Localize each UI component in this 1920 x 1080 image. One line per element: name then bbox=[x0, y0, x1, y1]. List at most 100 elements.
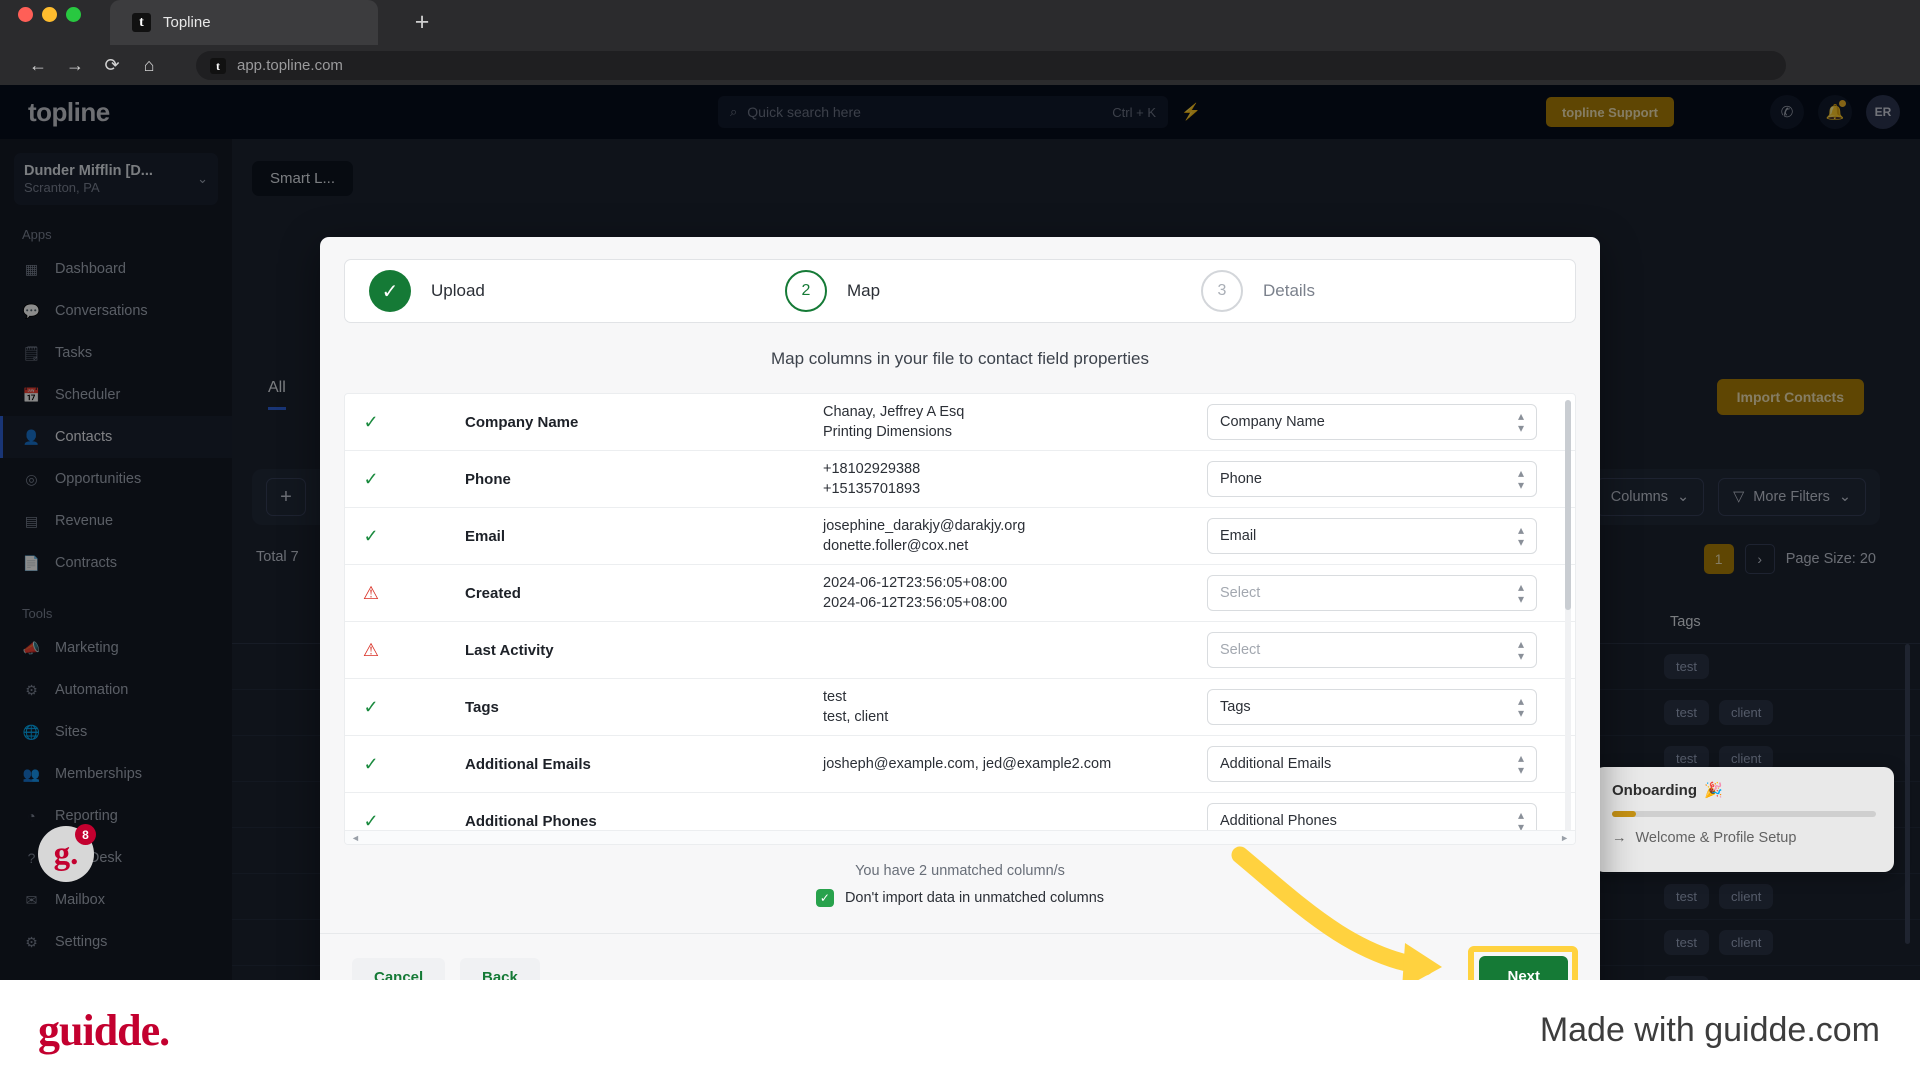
mapping-source-column: Created bbox=[465, 584, 521, 602]
mapping-source-column: Last Activity bbox=[465, 641, 554, 659]
step-upload-label: Upload bbox=[431, 281, 485, 300]
arrow-right-icon: → bbox=[1612, 830, 1627, 846]
mapping-scrollbar-thumb[interactable] bbox=[1565, 400, 1571, 610]
sample-line: 2024-06-12T23:56:05+08:00 bbox=[823, 595, 1008, 611]
new-tab-button[interactable]: + bbox=[405, 6, 439, 40]
mapping-sample-values: josephine_darakjy@darakjy.org donette.fol… bbox=[823, 516, 1163, 556]
step-details: 3 Details bbox=[1201, 270, 1315, 312]
mapping-field-select[interactable]: Phone ▴ ▾ bbox=[1207, 461, 1537, 497]
mapping-sample-values: Chanay, Jeffrey A Esq Printing Dimensions bbox=[823, 402, 1163, 442]
guidde-fab-button[interactable]: g. 8 bbox=[38, 824, 96, 882]
select-caret-icon: ▴ ▾ bbox=[1517, 409, 1524, 435]
mapping-sample-values: test test, client bbox=[823, 687, 1163, 727]
maximize-window-icon[interactable] bbox=[66, 7, 81, 22]
screenshot-root: t Topline + ← → ⟳ ⌂ t app.topline.com ☆ … bbox=[0, 0, 1920, 1080]
import-mapping-modal: ✓ Upload 2 Map 3 Details Map columns in … bbox=[320, 237, 1600, 980]
browser-nav-buttons: ← → ⟳ ⌂ bbox=[22, 49, 165, 81]
scroll-left-icon[interactable]: ◄ bbox=[351, 833, 360, 843]
status-warning-icon: ⚠ bbox=[362, 639, 380, 660]
select-caret-icon: ▴ ▾ bbox=[1517, 466, 1524, 492]
onboarding-title-row: Onboarding 🎉 bbox=[1612, 781, 1876, 800]
step-upload[interactable]: ✓ Upload bbox=[369, 270, 785, 312]
guidde-footer-logo: guidde. bbox=[38, 1005, 170, 1055]
minimize-window-icon[interactable] bbox=[42, 7, 57, 22]
status-ok-icon: ✓ bbox=[363, 468, 379, 489]
mapping-row: ⚠ Created 2024-06-12T23:56:05+08:00 2024-06… bbox=[345, 565, 1575, 622]
sample-line: test bbox=[823, 689, 847, 705]
dont-import-row[interactable]: ✓ Don't import data in unmatched columns bbox=[320, 889, 1600, 907]
import-stepper: ✓ Upload 2 Map 3 Details bbox=[344, 259, 1576, 323]
mapping-field-select[interactable]: Select ▴ ▾ bbox=[1207, 632, 1537, 668]
browser-tab[interactable]: t Topline bbox=[110, 0, 378, 45]
onboarding-step-label: Welcome & Profile Setup bbox=[1635, 830, 1797, 846]
mapping-source-column: Additional Emails bbox=[465, 755, 591, 773]
status-ok-icon: ✓ bbox=[363, 696, 379, 717]
window-traffic-lights[interactable] bbox=[18, 7, 81, 22]
sample-line: +18102929388 bbox=[823, 461, 921, 477]
sample-line: josephine_darakjy@darakjy.org bbox=[823, 518, 1026, 534]
select-caret-icon: ▴ ▾ bbox=[1517, 523, 1524, 549]
topline-app: topline ⌕ Quick search here Ctrl + K ⚡ t… bbox=[0, 85, 1920, 980]
site-favicon-icon: t bbox=[210, 57, 226, 74]
mapping-field-select[interactable]: Additional Emails ▴ ▾ bbox=[1207, 746, 1537, 782]
mapping-rows: ✓ Company Name Chanay, Jeffrey A Esq Printi… bbox=[345, 394, 1575, 844]
select-caret-icon: ▴ ▾ bbox=[1517, 637, 1524, 663]
step-upload-check-icon: ✓ bbox=[369, 270, 411, 312]
select-caret-icon: ▴ ▾ bbox=[1517, 694, 1524, 720]
mapping-sample-values: +18102929388 +15135701893 bbox=[823, 459, 1163, 499]
address-bar[interactable]: t app.topline.com bbox=[196, 51, 1786, 80]
onboarding-progress-fill bbox=[1612, 811, 1636, 817]
back-button[interactable]: Back bbox=[460, 958, 540, 980]
mapping-source-column: Additional Phones bbox=[465, 812, 597, 830]
onboarding-next-step[interactable]: → Welcome & Profile Setup bbox=[1612, 830, 1876, 846]
mapping-source-column: Email bbox=[465, 527, 506, 545]
sample-line: josheph@example.com, jed@example2.com bbox=[823, 756, 1112, 772]
dont-import-checkbox[interactable]: ✓ bbox=[815, 889, 834, 907]
mapping-row: ✓ Phone +18102929388 +15135701893 Phone ▴ ▾ bbox=[345, 451, 1575, 508]
onboarding-card[interactable]: Onboarding 🎉 → Welcome & Profile Setup bbox=[1594, 767, 1894, 872]
onboarding-progress-bar bbox=[1612, 811, 1876, 817]
modal-footer: Cancel Back Next bbox=[320, 933, 1600, 980]
step-details-label: Details bbox=[1263, 281, 1315, 300]
select-caret-icon: ▴ ▾ bbox=[1517, 751, 1524, 777]
sample-line: 2024-06-12T23:56:05+08:00 bbox=[823, 575, 1008, 591]
mapping-field-select[interactable]: Select ▴ ▾ bbox=[1207, 575, 1537, 611]
mapping-field-select[interactable]: Company Name ▴ ▾ bbox=[1207, 404, 1537, 440]
mapping-row: ✓ Tags test test, client Tags ▴ ▾ bbox=[345, 679, 1575, 736]
home-icon[interactable]: ⌂ bbox=[133, 49, 165, 81]
mapping-source-column: Phone bbox=[465, 470, 511, 488]
guidde-badge-count: 8 bbox=[75, 824, 96, 845]
status-warning-icon: ⚠ bbox=[362, 582, 380, 603]
step-map-label: Map bbox=[847, 281, 881, 300]
unmatched-columns-text: You have 2 unmatched column/s bbox=[855, 863, 1065, 879]
sample-line: Printing Dimensions bbox=[823, 424, 952, 440]
dont-import-label: Don't import data in unmatched columns bbox=[844, 890, 1105, 906]
step-map[interactable]: 2 Map bbox=[785, 270, 1201, 312]
browser-toolbar: ← → ⟳ ⌂ t app.topline.com ☆ 🧩 ⋮ bbox=[0, 45, 1920, 115]
map-caption: Map columns in your file to contact fiel… bbox=[771, 349, 1149, 368]
topline-favicon-icon: t bbox=[132, 13, 151, 32]
select-caret-icon: ▴ ▾ bbox=[1517, 580, 1524, 606]
sample-line: Chanay, Jeffrey A Esq bbox=[823, 404, 965, 420]
column-mapping-table: ✓ Company Name Chanay, Jeffrey A Esq Printi… bbox=[344, 393, 1576, 845]
forward-icon[interactable]: → bbox=[59, 49, 91, 81]
guidde-logo-icon: g. bbox=[53, 835, 79, 872]
mapping-field-select[interactable]: Email ▴ ▾ bbox=[1207, 518, 1537, 554]
onboarding-title: Onboarding bbox=[1612, 781, 1697, 799]
mapping-sample-values: josheph@example.com, jed@example2.com bbox=[823, 754, 1163, 774]
sample-line: test, client bbox=[823, 709, 889, 725]
scroll-right-icon[interactable]: ► bbox=[1560, 833, 1569, 843]
browser-chrome: t Topline + ← → ⟳ ⌂ t app.topline.com ☆ … bbox=[0, 0, 1920, 115]
browser-tabstrip: t Topline + bbox=[0, 0, 1920, 45]
mapping-field-select[interactable]: Tags ▴ ▾ bbox=[1207, 689, 1537, 725]
cancel-button[interactable]: Cancel bbox=[352, 958, 446, 980]
guidde-footer: guidde. Made with guidde.com bbox=[0, 980, 1920, 1080]
step-map-number: 2 bbox=[785, 270, 827, 312]
close-window-icon[interactable] bbox=[18, 7, 33, 22]
mapping-horizontal-scroll[interactable]: ◄ ► bbox=[345, 830, 1575, 844]
reload-icon[interactable]: ⟳ bbox=[96, 49, 128, 81]
status-ok-icon: ✓ bbox=[363, 411, 379, 432]
mapping-sample-values: 2024-06-12T23:56:05+08:00 2024-06-12T23:5… bbox=[823, 573, 1163, 613]
back-icon[interactable]: ← bbox=[22, 49, 54, 81]
mapping-row: ✓ Email josephine_darakjy@darakjy.org donet… bbox=[345, 508, 1575, 565]
